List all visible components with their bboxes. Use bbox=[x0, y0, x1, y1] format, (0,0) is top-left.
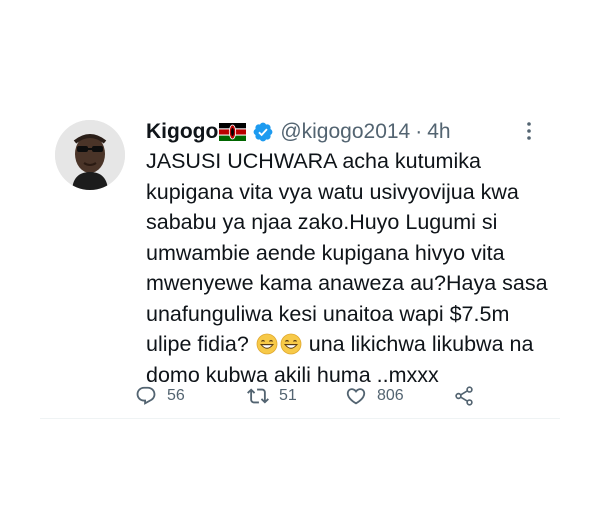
grinning-face-emoji-icon bbox=[280, 333, 302, 355]
tweet-text: JASUSI UCHWARA acha kutumika kupigana vi… bbox=[146, 146, 556, 390]
retweet-count: 51 bbox=[279, 387, 297, 404]
reply-icon bbox=[135, 385, 157, 407]
user-handle[interactable]: @kigogo2014 bbox=[280, 120, 410, 144]
kenya-flag-icon bbox=[219, 123, 247, 141]
separator-dot: · bbox=[415, 120, 423, 143]
page: Kigogo @kigogo2014 · 4h JASUSI UCHWARA a… bbox=[0, 0, 600, 521]
display-name[interactable]: Kigogo bbox=[146, 120, 218, 144]
reply-button[interactable]: 56 bbox=[135, 384, 185, 408]
share-button[interactable] bbox=[453, 384, 475, 408]
avatar-image bbox=[55, 120, 125, 190]
tweet-card[interactable]: Kigogo @kigogo2014 · 4h JASUSI UCHWARA a… bbox=[0, 112, 600, 419]
heart-icon bbox=[345, 385, 367, 407]
like-count: 806 bbox=[377, 387, 404, 404]
share-icon bbox=[453, 385, 475, 407]
avatar[interactable] bbox=[55, 120, 125, 190]
retweet-button[interactable]: 51 bbox=[247, 384, 297, 408]
verified-badge-icon bbox=[252, 121, 274, 143]
tweet-divider bbox=[40, 418, 560, 419]
like-button[interactable]: 806 bbox=[345, 384, 404, 408]
tweet-actions: 56 51 806 bbox=[135, 384, 495, 408]
timestamp[interactable]: 4h bbox=[427, 120, 450, 144]
reply-count: 56 bbox=[167, 387, 185, 404]
retweet-icon bbox=[247, 385, 269, 407]
tweet-header: Kigogo @kigogo2014 · 4h bbox=[146, 118, 451, 146]
more-options-icon[interactable] bbox=[522, 120, 536, 142]
tweet-text-part-1: JASUSI UCHWARA acha kutumika kupigana vi… bbox=[146, 149, 548, 356]
grinning-face-emoji-icon bbox=[256, 333, 278, 355]
